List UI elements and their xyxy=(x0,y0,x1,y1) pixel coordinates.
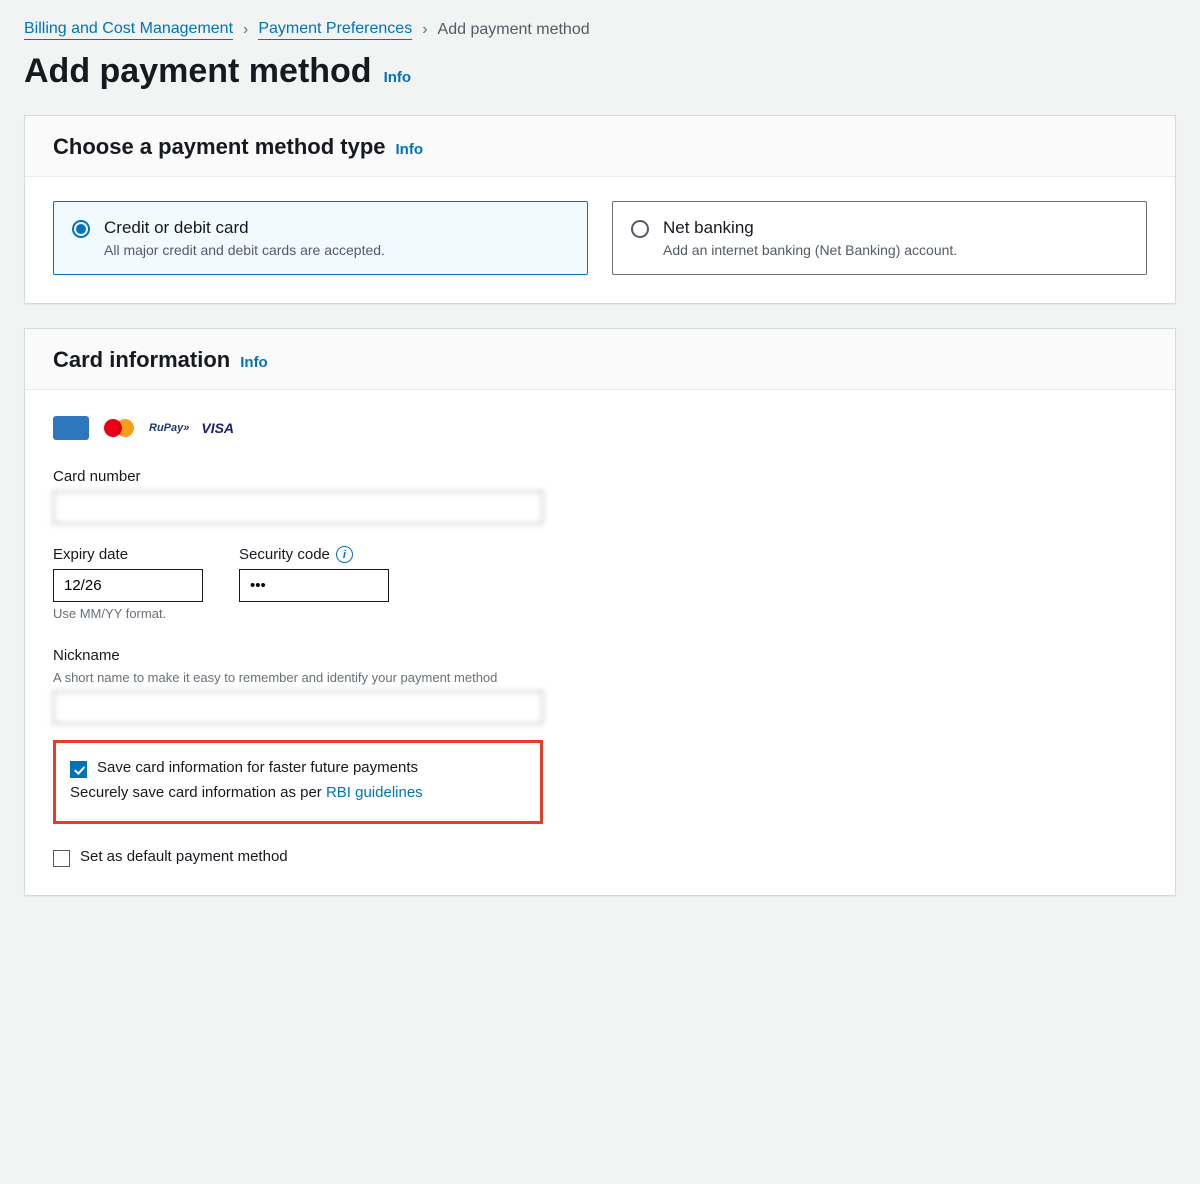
info-link[interactable]: Info xyxy=(240,354,268,371)
info-circle-icon[interactable]: i xyxy=(336,546,353,563)
page-title: Add payment method Info xyxy=(24,52,1176,91)
expiry-input[interactable] xyxy=(53,569,203,602)
nickname-input[interactable] xyxy=(53,691,543,724)
rupay-icon: RuPay» xyxy=(149,416,189,440)
rbi-guidelines-link[interactable]: RBI guidelines xyxy=(326,784,423,801)
visa-icon: VISA xyxy=(201,416,234,440)
security-code-input[interactable] xyxy=(239,569,389,602)
panel-title: Choose a payment method type xyxy=(53,134,386,160)
save-card-checkbox[interactable] xyxy=(70,761,87,778)
expiry-label: Expiry date xyxy=(53,546,203,563)
payment-type-panel: Choose a payment method type Info Credit… xyxy=(24,115,1176,304)
card-number-input[interactable] xyxy=(53,491,543,524)
card-number-label: Card number xyxy=(53,468,1147,485)
page-title-text: Add payment method xyxy=(24,52,372,91)
chevron-right-icon: › xyxy=(422,21,427,39)
breadcrumb-link-preferences[interactable]: Payment Preferences xyxy=(258,20,412,40)
info-link[interactable]: Info xyxy=(396,141,424,158)
type-title: Net banking xyxy=(663,218,957,238)
type-desc: All major credit and debit cards are acc… xyxy=(104,242,385,258)
chevron-right-icon: › xyxy=(243,21,248,39)
type-card-credit[interactable]: Credit or debit card All major credit an… xyxy=(53,201,588,275)
card-info-panel: Card information Info RuPay» VISA Card n… xyxy=(24,328,1176,896)
save-card-desc: Securely save card information as per RB… xyxy=(70,784,526,801)
radio-icon xyxy=(72,220,90,238)
set-default-label: Set as default payment method xyxy=(80,848,288,865)
nickname-hint: A short name to make it easy to remember… xyxy=(53,670,553,685)
card-brand-row: RuPay» VISA xyxy=(53,416,1147,440)
breadcrumb-link-billing[interactable]: Billing and Cost Management xyxy=(24,20,233,40)
save-card-highlight: Save card information for faster future … xyxy=(53,740,543,824)
breadcrumb-current: Add payment method xyxy=(438,21,590,39)
security-code-label: Security code xyxy=(239,546,330,563)
type-title: Credit or debit card xyxy=(104,218,385,238)
mastercard-icon xyxy=(101,416,137,440)
type-desc: Add an internet banking (Net Banking) ac… xyxy=(663,242,957,258)
radio-icon xyxy=(631,220,649,238)
expiry-hint: Use MM/YY format. xyxy=(53,606,203,621)
nickname-label: Nickname xyxy=(53,647,1147,664)
panel-title: Card information xyxy=(53,347,230,373)
set-default-checkbox[interactable] xyxy=(53,850,70,867)
info-link[interactable]: Info xyxy=(384,69,412,86)
save-card-label: Save card information for faster future … xyxy=(97,759,418,776)
type-card-netbanking[interactable]: Net banking Add an internet banking (Net… xyxy=(612,201,1147,275)
breadcrumb: Billing and Cost Management › Payment Pr… xyxy=(24,20,1176,40)
amex-icon xyxy=(53,416,89,440)
